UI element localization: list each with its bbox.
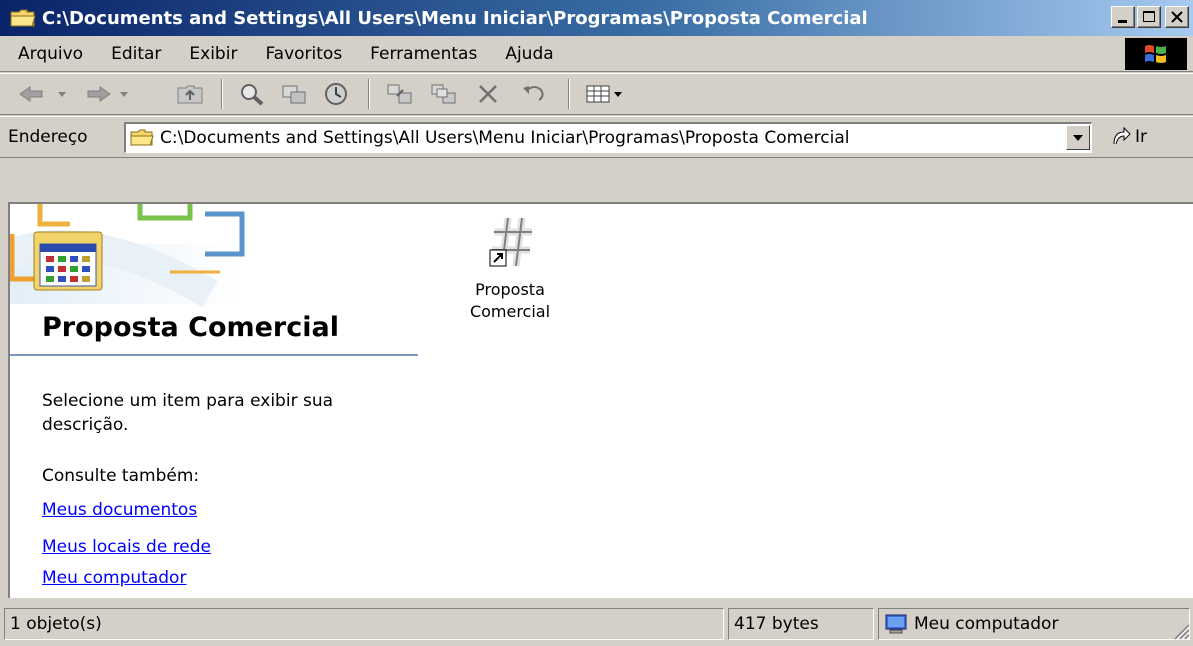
delete-icon[interactable]	[468, 80, 508, 108]
menu-bar: Arquivo Editar Exibir Favoritos Ferramen…	[0, 36, 1193, 72]
undo-icon[interactable]	[514, 80, 554, 108]
title-bar[interactable]: C:\Documents and Settings\All Users\Menu…	[0, 0, 1193, 36]
file-name: Proposta Comercial	[450, 279, 570, 323]
address-label: Endereço	[8, 127, 88, 147]
folder-banner-graphic	[10, 204, 270, 314]
panel-title: Proposta Comercial	[42, 312, 339, 343]
search-icon[interactable]	[232, 80, 272, 108]
minimize-button[interactable]	[1111, 6, 1135, 28]
address-input[interactable]: C:\Documents and Settings\All Users\Menu…	[124, 122, 1092, 153]
computer-icon	[884, 613, 908, 635]
views-icon[interactable]	[580, 80, 630, 108]
go-label: Ir	[1135, 127, 1148, 147]
menu-ferramentas[interactable]: Ferramentas	[356, 44, 491, 64]
folder-icon	[10, 8, 36, 28]
menu-favoritos[interactable]: Favoritos	[251, 44, 356, 64]
forward-icon[interactable]	[76, 80, 116, 108]
status-bar: 1 objeto(s) 417 bytes Meu computador	[0, 604, 1193, 643]
address-dropdown-button[interactable]	[1066, 125, 1090, 150]
move-to-icon[interactable]	[380, 80, 420, 108]
panel-description: Selecione um item para exibir sua descri…	[42, 391, 334, 435]
maximize-button[interactable]	[1137, 6, 1161, 28]
status-zone-label: Meu computador	[914, 614, 1059, 634]
file-item-proposta-comercial[interactable]: Proposta Comercial	[450, 214, 570, 323]
file-name-line-2: Comercial	[469, 302, 551, 321]
folder-view: Proposta Comercial Selecione um item par…	[8, 202, 1193, 598]
go-arrow-icon	[1110, 126, 1132, 148]
folders-icon[interactable]	[274, 80, 314, 108]
windows-logo-icon	[1125, 38, 1187, 70]
window-title: C:\Documents and Settings\All Users\Menu…	[42, 7, 868, 29]
file-name-line-1: Proposta	[475, 280, 545, 299]
status-object-count: 1 objeto(s)	[4, 608, 724, 640]
up-folder-icon[interactable]	[170, 80, 210, 108]
address-value: C:\Documents and Settings\All Users\Menu…	[160, 128, 850, 148]
address-folder-icon	[130, 129, 154, 147]
menu-ajuda[interactable]: Ajuda	[491, 44, 567, 64]
forward-dropdown-icon[interactable]	[116, 80, 132, 108]
history-icon[interactable]	[316, 80, 356, 108]
back-dropdown-icon[interactable]	[54, 80, 70, 108]
menu-arquivo[interactable]: Arquivo	[0, 44, 97, 64]
status-zone: Meu computador	[878, 608, 1190, 640]
go-button[interactable]: Ir	[1110, 126, 1147, 148]
link-meus-locais-de-rede[interactable]: Meus locais de rede	[42, 537, 211, 557]
link-meus-documentos[interactable]: Meus documentos	[42, 500, 197, 520]
menu-editar[interactable]: Editar	[97, 44, 175, 64]
address-bar: Endereço C:\Documents and Settings\All U…	[0, 116, 1193, 158]
menu-exibir[interactable]: Exibir	[175, 44, 251, 64]
resize-grip-icon[interactable]	[1169, 619, 1191, 641]
see-also-label: Consulte também:	[42, 466, 200, 486]
standard-toolbar	[0, 73, 1193, 115]
back-icon[interactable]	[14, 80, 54, 108]
panel-divider	[10, 354, 418, 356]
shortcut-hash-icon	[484, 214, 536, 275]
link-meu-computador[interactable]: Meu computador	[42, 568, 186, 588]
close-button[interactable]	[1165, 6, 1189, 28]
copy-to-icon[interactable]	[424, 80, 464, 108]
status-size: 417 bytes	[728, 608, 874, 640]
